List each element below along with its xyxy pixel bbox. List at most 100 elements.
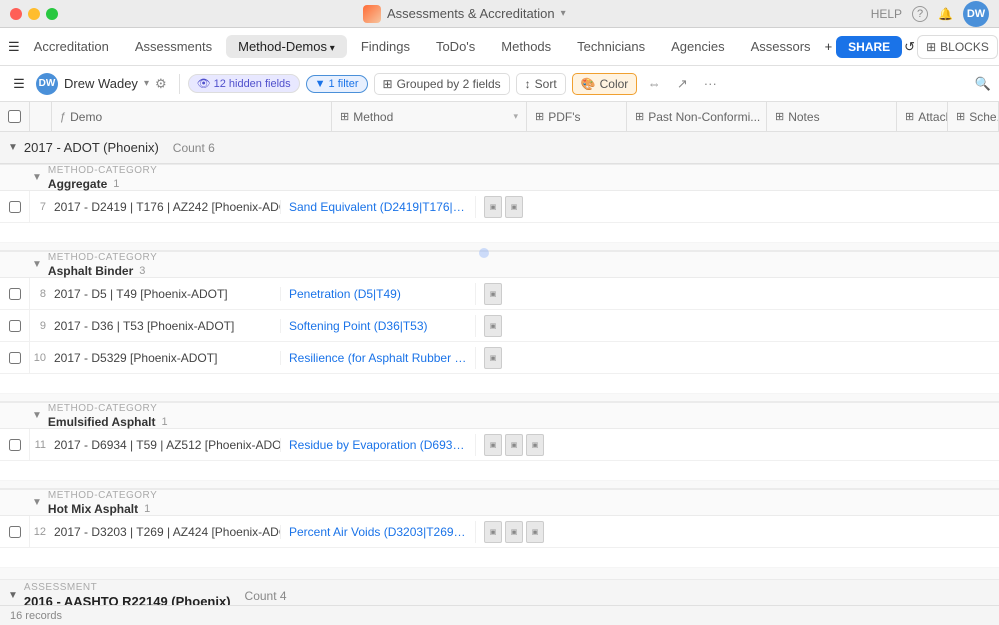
color-button[interactable]: 🎨 Color — [572, 73, 638, 95]
header-expand — [30, 102, 52, 131]
header-schedule-label: Sche... — [969, 110, 999, 124]
user-settings-icon[interactable]: ⚙ — [155, 76, 167, 92]
formula-icon: ƒ — [60, 111, 66, 123]
nav-method-demos[interactable]: Method-Demos — [226, 35, 347, 58]
nav-accreditation[interactable]: Accreditation — [22, 35, 121, 58]
header-checkbox[interactable] — [0, 102, 30, 131]
group-button[interactable]: ⊞ Grouped by 2 fields — [374, 73, 510, 95]
group-label: Grouped by 2 fields — [397, 77, 501, 91]
filter-button[interactable]: ▼ 1 filter — [306, 75, 368, 93]
row-9-method[interactable]: Softening Point (D36|T53) — [280, 319, 475, 333]
search-icon[interactable]: 🔍 — [975, 76, 991, 92]
category-emulsified-chevron[interactable]: ▼ — [32, 410, 42, 421]
nav-agencies[interactable]: Agencies — [659, 35, 736, 58]
group-adot-count: Count 6 — [173, 141, 215, 155]
row-11-pdfs: ▣ ▣ ▣ — [475, 434, 575, 456]
nav-technicians[interactable]: Technicians — [565, 35, 657, 58]
maximize-button[interactable] — [46, 8, 58, 20]
grid-icon-2: ⊞ — [535, 110, 544, 123]
pdf-thumb-4[interactable]: ▣ — [484, 315, 502, 337]
pdf-thumb-1[interactable]: ▣ — [484, 196, 502, 218]
row-7-method[interactable]: Sand Equivalent (D2419|T176|AZ242) — [280, 200, 475, 214]
category-aggregate-chevron[interactable]: ▼ — [32, 172, 42, 183]
group-aashto[interactable]: ▼ ASSESSMENT 2016 - AASHTO R22149 (Phoen… — [0, 580, 999, 605]
color-icon: 🎨 — [581, 77, 596, 91]
row-10-method[interactable]: Resilience (for Asphalt Rubber Designs) … — [280, 351, 475, 365]
records-count: 16 records — [10, 610, 62, 622]
row-12-pdfs: ▣ ▣ ▣ — [475, 521, 575, 543]
row-7-checkbox[interactable] — [0, 191, 30, 222]
row-9-main: 2017 - D36 | T53 [Phoenix-ADOT] — [50, 319, 280, 333]
header-pdfs: ⊞ PDF's — [527, 102, 627, 131]
user-avatar[interactable]: DW — [963, 1, 989, 27]
row-8-num: 8 — [30, 288, 50, 300]
header-attachments-label: Attachments — [918, 110, 948, 124]
row-7-pdfs: ▣ ▣ — [475, 196, 575, 218]
title-dropdown-icon[interactable]: ▾ — [561, 8, 566, 19]
category-hot-mix-header[interactable]: ▼ METHOD-CATEGORY Hot Mix Asphalt 1 — [0, 490, 999, 516]
emulsified-empty-row — [0, 461, 999, 481]
row-10-checkbox[interactable] — [0, 342, 30, 373]
group-adot-chevron[interactable]: ▼ — [8, 142, 18, 153]
minimize-button[interactable] — [28, 8, 40, 20]
history-icon[interactable]: ↺ — [904, 36, 915, 58]
user-dropdown-icon[interactable]: ▾ — [144, 78, 149, 89]
category-aggregate-header[interactable]: ▼ METHOD-CATEGORY Aggregate 1 — [0, 165, 999, 191]
more-options-icon[interactable]: ··· — [699, 73, 721, 95]
grid-icon-4: ⊞ — [775, 110, 784, 123]
row-8-checkbox[interactable] — [0, 278, 30, 309]
row-11-checkbox[interactable] — [0, 429, 30, 460]
blocks-button[interactable]: ⊞ BLOCKS — [917, 35, 998, 59]
table-row: 12 2017 - D3203 | T269 | AZ424 [Phoenix-… — [0, 516, 999, 548]
row-12-method[interactable]: Percent Air Voids (D3203|T269|AZ424) — [280, 525, 475, 539]
row-9-checkbox[interactable] — [0, 310, 30, 341]
sidebar-toggle-icon[interactable]: ☰ — [8, 73, 30, 95]
category-asphalt-binder-chevron[interactable]: ▼ — [32, 259, 42, 270]
row-9-num: 9 — [30, 320, 50, 332]
category-aggregate: ▼ METHOD-CATEGORY Aggregate 1 7 2017 - D… — [0, 164, 999, 243]
add-nav-icon[interactable]: + — [825, 36, 833, 58]
pdf-thumb-6[interactable]: ▣ — [484, 434, 502, 456]
header-attachments: ⊞ Attachments — [897, 102, 948, 131]
category-label-small-3: METHOD-CATEGORY — [48, 403, 168, 414]
table-row: 10 2017 - D5329 [Phoenix-ADOT] Resilienc… — [0, 342, 999, 374]
separator-1 — [179, 74, 180, 94]
pdf-thumb-10[interactable]: ▣ — [505, 521, 523, 543]
group-aashto-chevron[interactable]: ▼ — [8, 590, 18, 601]
category-asphalt-binder-header[interactable]: ▼ METHOD-CATEGORY Asphalt Binder 3 — [0, 252, 999, 278]
sort-label: Sort — [535, 77, 557, 91]
title-bar-right: HELP ? 🔔 DW — [871, 1, 989, 27]
nav-todo[interactable]: ToDo's — [424, 35, 487, 58]
nav-findings[interactable]: Findings — [349, 35, 422, 58]
group-adot[interactable]: ▼ 2017 - ADOT (Phoenix) Count 6 — [0, 132, 999, 164]
row-8-method[interactable]: Penetration (D5|T49) — [280, 287, 475, 301]
select-all-checkbox[interactable] — [8, 110, 21, 123]
nav-assessments[interactable]: Assessments — [123, 35, 224, 58]
pdf-thumb-11[interactable]: ▣ — [526, 521, 544, 543]
pdf-thumb-8[interactable]: ▣ — [526, 434, 544, 456]
row-height-icon[interactable]: ⇔ — [643, 73, 665, 95]
share-button[interactable]: SHARE — [836, 36, 902, 58]
nav-methods[interactable]: Methods — [489, 35, 563, 58]
category-hot-mix-chevron[interactable]: ▼ — [32, 497, 42, 508]
header-notes-label: Notes — [788, 110, 819, 124]
pdf-thumb-7[interactable]: ▣ — [505, 434, 523, 456]
category-emulsified-header[interactable]: ▼ METHOD-CATEGORY Emulsified Asphalt 1 — [0, 403, 999, 429]
method-dropdown-icon[interactable]: ▾ — [513, 111, 518, 122]
pdf-thumb-5[interactable]: ▣ — [484, 347, 502, 369]
close-button[interactable] — [10, 8, 22, 20]
hidden-fields-button[interactable]: 👁 12 hidden fields — [188, 74, 300, 93]
menu-icon[interactable]: ☰ — [8, 36, 20, 58]
row-12-main: 2017 - D3203 | T269 | AZ424 [Phoenix-ADO… — [50, 525, 280, 539]
header-nonconforming-label: Past Non-Conformi... — [648, 110, 760, 124]
help-icon[interactable]: ? — [912, 6, 928, 22]
sort-button[interactable]: ↕ Sort — [516, 73, 566, 95]
share-view-icon[interactable]: ↗ — [671, 73, 693, 95]
notification-icon[interactable]: 🔔 — [938, 7, 953, 21]
pdf-thumb-2[interactable]: ▣ — [505, 196, 523, 218]
pdf-thumb-9[interactable]: ▣ — [484, 521, 502, 543]
row-12-checkbox[interactable] — [0, 516, 30, 547]
nav-assessors[interactable]: Assessors — [739, 35, 823, 58]
pdf-thumb-3[interactable]: ▣ — [484, 283, 502, 305]
row-11-method[interactable]: Residue by Evaporation (D6934|T59|AZ512) — [280, 438, 475, 452]
